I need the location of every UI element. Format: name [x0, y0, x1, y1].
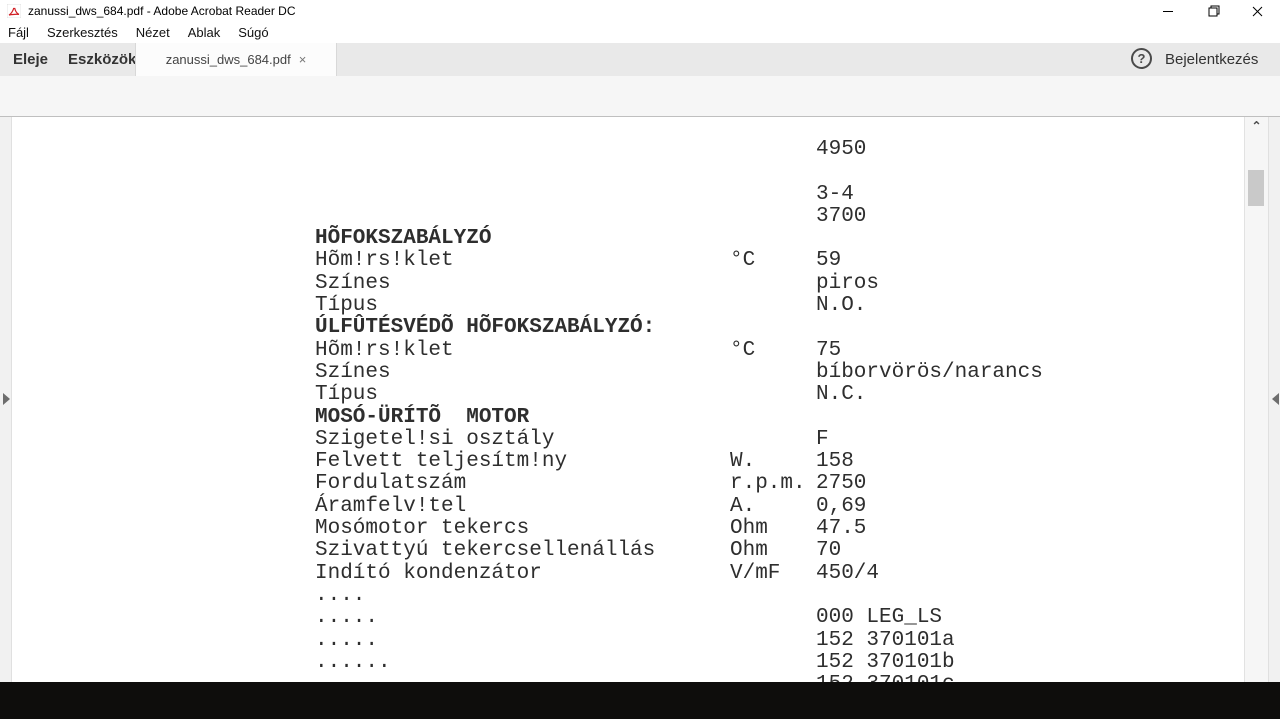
doc-line-value: 2750 [816, 472, 867, 496]
doc-line-unit: °C [730, 249, 756, 273]
document-line: Felvett teljesítm!ny W. 158 [12, 450, 1244, 474]
doc-line-label: HÕFOKSZABÁLYZÓ [315, 227, 492, 251]
document-line: Típus N.O. [12, 294, 1244, 318]
menu-view[interactable]: Nézet [127, 23, 179, 43]
tab-home[interactable]: Eleje [13, 43, 48, 76]
document-line: ...... 152 370101b [12, 650, 1244, 674]
document-line: Színes piros [12, 271, 1244, 295]
doc-line-unit: Ohm [730, 539, 768, 563]
doc-line-label: ÚLFÛTÉSVÉDÕ HÕFOKSZABÁLYZÓ: [315, 316, 656, 340]
document-line: HÕFOKSZABÁLYZÓ [12, 227, 1244, 251]
doc-line-value: 0,69 [816, 494, 867, 518]
document-line: Áramfelv!tel A. 0,69 [12, 494, 1244, 518]
doc-line-value: F [816, 427, 829, 451]
document-line: Szigetel!si osztály F [12, 427, 1244, 451]
document-content: 4950 3-4 3700 HÕFOKSZABÁLYZÓ Hõm!rs!klet… [12, 117, 1244, 696]
document-line: ..... 152 370101a [12, 628, 1244, 652]
tab-document[interactable]: zanussi_dws_684.pdf × [135, 43, 337, 76]
document-line: 4950 [12, 138, 1244, 161]
minimize-button[interactable] [1146, 0, 1191, 22]
doc-line-value: 4950 [816, 138, 867, 161]
doc-line-label: Áramfelv!tel [315, 494, 467, 518]
doc-line-value: 47.5 [816, 517, 867, 541]
doc-line-label: Fordulatszám [315, 472, 467, 496]
tab-bar: Eleje Eszközök zanussi_dws_684.pdf × [0, 43, 1280, 76]
document-line: Színes bíborvörös/narancs [12, 360, 1244, 384]
doc-line-value: N.C. [816, 383, 867, 407]
scroll-up-icon[interactable]: ⌃ [1250, 120, 1263, 133]
taskbar: hp ? 11:48 2018. 01. 24. 4 [0, 682, 1280, 719]
doc-line-value: 70 [816, 539, 842, 563]
doc-line-value: 450/4 [816, 561, 880, 585]
menu-file[interactable]: Fájl [8, 23, 38, 43]
document-line: Hõm!rs!klet °C 59 [12, 249, 1244, 273]
document-line: Típus N.C. [12, 383, 1244, 407]
menu-window[interactable]: Ablak [179, 23, 230, 43]
doc-line-unit: Ohm [730, 517, 768, 541]
doc-line-value: piros [816, 271, 880, 295]
tab-tools[interactable]: Eszközök [68, 43, 136, 76]
document-line: MOSÓ-ÜRÍTÕ MOTOR [12, 405, 1244, 429]
doc-line-value: 158 [816, 450, 854, 474]
document-line: Indító kondenzátor V/mF 450/4 [12, 561, 1244, 585]
doc-line-label: Szivattyú tekercsellenállás [315, 539, 656, 563]
document-line: 3-4 [12, 182, 1244, 206]
tab-document-label: zanussi_dws_684.pdf [165, 52, 291, 67]
doc-line-label: MOSÓ-ÜRÍTÕ MOTOR [315, 405, 530, 429]
doc-line-value: 59 [816, 249, 842, 273]
doc-line-label: ..... [315, 606, 379, 630]
doc-line-label: Szigetel!si osztály [315, 427, 555, 451]
doc-line-label: Típus [315, 383, 379, 407]
close-button[interactable] [1235, 0, 1280, 22]
doc-line-label: Színes [315, 271, 391, 295]
scrollbar-thumb[interactable] [1248, 170, 1264, 206]
doc-line-label: .... [315, 583, 366, 607]
doc-line-unit: r.p.m. [730, 472, 806, 496]
menu-edit[interactable]: Szerkesztés [38, 23, 127, 43]
doc-line-value: N.O. [816, 294, 867, 318]
document-line: 3700 [12, 204, 1244, 228]
doc-line-label: ...... [315, 650, 391, 674]
nav-pane-expand-icon[interactable] [3, 393, 10, 405]
menu-help[interactable]: Súgó [229, 23, 277, 43]
doc-line-value: 000 LEG_LS [816, 606, 943, 630]
document-line: Hõm!rs!klet °C 75 [12, 338, 1244, 362]
tools-pane-expand-icon[interactable] [1272, 393, 1279, 405]
toolbar: / 19 146% [0, 76, 1280, 185]
doc-line-value: 152 370101a [816, 628, 955, 652]
menu-bar: Fájl Szerkesztés Nézet Ablak Súgó [0, 22, 1280, 43]
doc-line-label: Hõm!rs!klet [315, 249, 454, 273]
document-line: ÚLFÛTÉSVÉDÕ HÕFOKSZABÁLYZÓ: [12, 316, 1244, 340]
help-icon[interactable]: ? [1131, 48, 1152, 69]
title-bar: zanussi_dws_684.pdf - Adobe Acrobat Read… [0, 0, 1280, 22]
document-line: Mosómotor tekercs Ohm 47.5 [12, 517, 1244, 541]
doc-line-value: bíborvörös/narancs [816, 360, 1043, 384]
sign-in-button[interactable]: Bejelentkezés [1165, 51, 1258, 68]
doc-line-unit: V/mF [730, 561, 781, 585]
doc-line-unit: A. [730, 494, 756, 518]
doc-line-label: Indító kondenzátor [315, 561, 542, 585]
doc-line-label: Típus [315, 294, 379, 318]
tab-close-icon[interactable]: × [299, 52, 307, 67]
doc-line-value: 3-4 [816, 182, 854, 206]
doc-line-label: ..... [315, 628, 379, 652]
acrobat-app-icon [7, 4, 21, 18]
document-line: .... [12, 583, 1244, 607]
doc-line-value: 3700 [816, 204, 867, 228]
doc-line-label: Hõm!rs!klet [315, 338, 454, 362]
doc-line-label: Színes [315, 360, 391, 384]
doc-line-unit: °C [730, 338, 756, 362]
doc-line-label: Mosómotor tekercs [315, 517, 530, 541]
doc-line-label: Felvett teljesítm!ny [315, 450, 568, 474]
doc-line-unit: W. [730, 450, 756, 474]
document-line: Fordulatszám r.p.m. 2750 [12, 472, 1244, 496]
doc-line-value: 152 370101b [816, 650, 955, 674]
restore-button[interactable] [1191, 0, 1236, 22]
window-title: zanussi_dws_684.pdf - Adobe Acrobat Read… [28, 4, 296, 18]
doc-line-value: 75 [816, 338, 842, 362]
document-line: Szivattyú tekercsellenállás Ohm 70 [12, 539, 1244, 563]
document-line: ..... 000 LEG_LS [12, 606, 1244, 630]
